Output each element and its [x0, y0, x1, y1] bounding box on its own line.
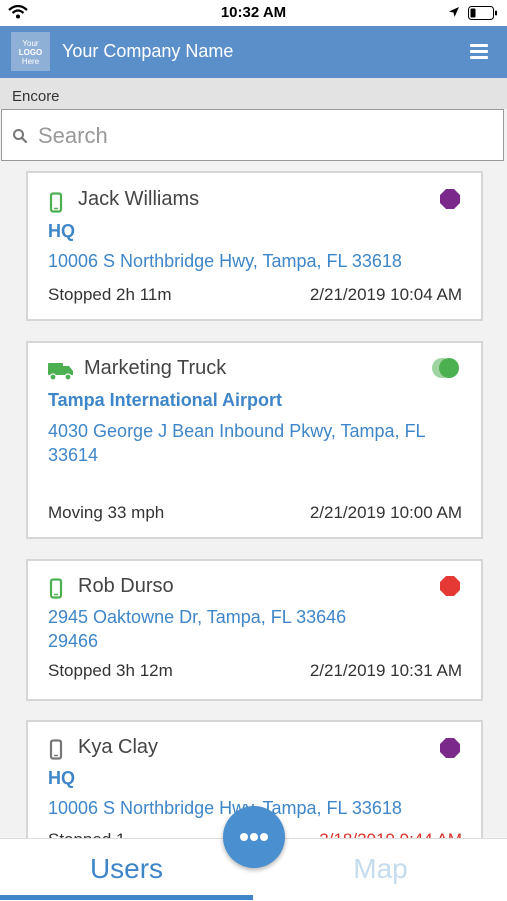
- timestamp: 2/21/2019 10:00 AM: [309, 503, 462, 522]
- more-actions-button[interactable]: [223, 806, 285, 868]
- address-link[interactable]: 4030 George J Bean Inbound Pkwy, Tampa, …: [48, 419, 468, 467]
- user-name: Marketing Truck: [84, 357, 227, 379]
- company-name: Your Company Name: [62, 41, 234, 61]
- status-text: Stopped 2h 11m: [48, 285, 172, 304]
- moving-circle-icon: [432, 358, 459, 378]
- timestamp: 2/18/2019 9:44 AM: [319, 830, 462, 838]
- location-arrow-icon: [449, 7, 459, 17]
- clock-time: 10:32 AM: [220, 4, 287, 21]
- phone-icon: [49, 578, 63, 599]
- search-bar[interactable]: [1, 109, 504, 161]
- octagon-stop-icon: [440, 189, 460, 209]
- address-link[interactable]: 2945 Oaktowne Dr, Tampa, FL 33646 29466: [48, 605, 388, 653]
- dot-icon: [240, 833, 248, 841]
- place-name[interactable]: HQ: [48, 768, 75, 789]
- list-item[interactable]: Marketing Truck Tampa International Airp…: [26, 341, 483, 539]
- status-text: Stopped 3h 12m: [48, 661, 173, 680]
- hamburger-menu-icon[interactable]: [470, 44, 488, 60]
- logo-line-3: Here: [21, 56, 40, 66]
- user-name: Rob Durso: [78, 575, 174, 597]
- user-list[interactable]: Jack Williams HQ 10006 S Northbridge Hwy…: [0, 163, 507, 838]
- battery-icon: [468, 6, 497, 20]
- dot-icon: [250, 833, 258, 841]
- status-text: Moving 33 mph: [48, 503, 165, 522]
- status-bar: 10:32 AM: [0, 0, 507, 26]
- octagon-stop-icon: [440, 576, 460, 596]
- list-item[interactable]: Jack Williams HQ 10006 S Northbridge Hwy…: [26, 171, 483, 321]
- place-name[interactable]: Tampa International Airport: [48, 390, 282, 411]
- status-text: Stopped 1: [48, 830, 126, 838]
- tab-users[interactable]: Users: [0, 838, 253, 900]
- timestamp: 2/21/2019 10:04 AM: [309, 285, 462, 304]
- truck-icon: [48, 363, 73, 381]
- user-name: Kya Clay: [78, 736, 159, 758]
- tab-map[interactable]: Map: [254, 838, 507, 900]
- place-name[interactable]: HQ: [48, 221, 75, 242]
- company-logo: Your LOGO Here: [11, 32, 50, 71]
- dot-icon: [260, 833, 268, 841]
- phone-icon: [49, 739, 63, 760]
- search-icon: [13, 129, 28, 144]
- active-tab-indicator: [0, 895, 253, 900]
- group-bar: [0, 78, 507, 109]
- search-input[interactable]: [36, 120, 480, 152]
- timestamp: 2/21/2019 10:31 AM: [309, 661, 462, 680]
- logo-line-2: LOGO: [18, 47, 43, 57]
- user-name: Jack Williams: [78, 188, 200, 210]
- octagon-stop-icon: [440, 738, 460, 758]
- logo-line-1: Your: [22, 38, 39, 48]
- phone-icon: [49, 192, 63, 213]
- list-item[interactable]: Rob Durso 2945 Oaktowne Dr, Tampa, FL 33…: [26, 559, 483, 701]
- address-link[interactable]: 10006 S Northbridge Hwy, Tampa, FL 33618: [48, 249, 468, 273]
- group-title: Encore: [12, 88, 60, 105]
